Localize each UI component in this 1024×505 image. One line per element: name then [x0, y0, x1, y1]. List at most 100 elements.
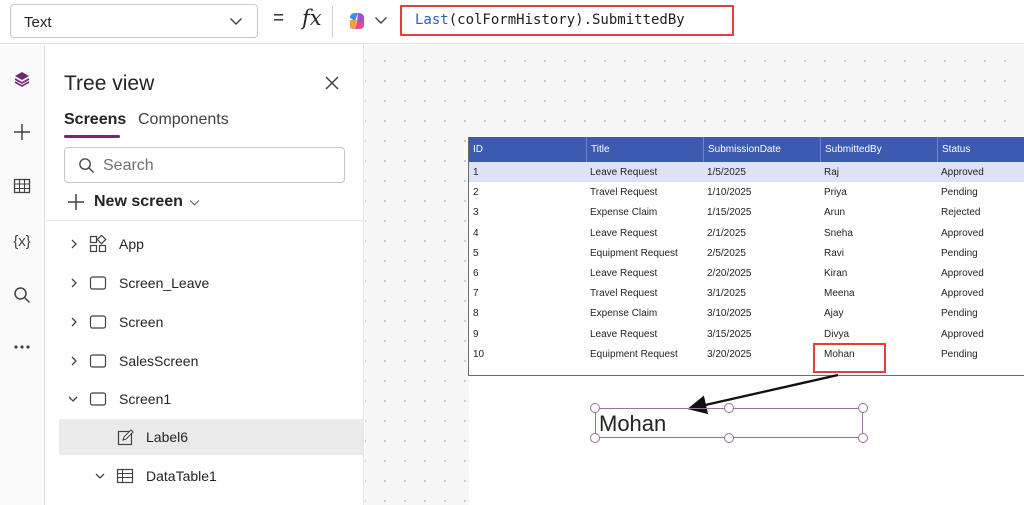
column-header[interactable]: ID	[469, 137, 586, 162]
new-screen-button[interactable]: New screen	[66, 191, 200, 213]
resize-handle[interactable]	[590, 403, 600, 413]
tree-node-app[interactable]: App	[46, 226, 364, 262]
equals-sign: =	[273, 8, 285, 29]
copilot-icon[interactable]	[346, 10, 368, 32]
table-cell: Ravi	[824, 247, 845, 259]
table-cell: 2/20/2025	[707, 268, 752, 279]
formula-divider	[332, 6, 333, 38]
property-dropdown[interactable]: Text	[10, 4, 258, 38]
table-row[interactable]: 2 Travel Request 1/10/2025 Priya Pending	[469, 182, 1024, 202]
table-cell: Travel Request	[590, 187, 658, 199]
resize-handle[interactable]	[858, 403, 868, 413]
table-cell: Approved	[941, 328, 984, 340]
table-cell: 1/10/2025	[707, 187, 752, 199]
layers-icon[interactable]	[8, 65, 36, 93]
more-icon[interactable]	[8, 333, 36, 361]
search-icon[interactable]	[8, 281, 36, 309]
table-cell: 2	[473, 187, 479, 199]
table-row[interactable]: 5 Equipment Request 2/5/2025 Ravi Pending	[469, 243, 1024, 263]
chevron-down-icon[interactable]	[67, 393, 79, 405]
tree-node-label6[interactable]: Label6	[59, 419, 364, 455]
table-row[interactable]: 6 Leave Request 2/20/2025 Kiran Approved	[469, 263, 1024, 283]
plus-icon	[68, 194, 84, 210]
plus-icon[interactable]	[8, 118, 36, 146]
table-cell: Meena	[824, 288, 855, 300]
table-cell: Priya	[824, 187, 847, 199]
data-table[interactable]: ID Title SubmissionDate SubmittedBy Stat…	[468, 137, 1024, 376]
screen-icon	[89, 354, 107, 368]
close-icon[interactable]	[322, 73, 342, 93]
table-cell: 3/20/2025	[707, 348, 752, 360]
table-cell: Equipment Request	[590, 348, 678, 360]
power-apps-studio: Text = fx Last(colFormHistory).Submitted…	[0, 0, 1024, 505]
column-header[interactable]: SubmittedBy	[820, 137, 937, 162]
left-rail: {x}	[0, 45, 45, 505]
tree-node-label: Label6	[146, 429, 189, 445]
tab-screens[interactable]: Screens	[64, 111, 126, 129]
chevron-down-icon	[189, 199, 200, 206]
table-cell: 9	[473, 328, 479, 340]
new-screen-label: New screen	[94, 193, 183, 210]
formula-input[interactable]: Last(colFormHistory).SubmittedBy	[400, 5, 734, 36]
tree-node-datatable1[interactable]: DataTable1	[46, 458, 364, 494]
table-cell: Pending	[941, 247, 978, 259]
tree-node-screen1[interactable]: Screen1	[46, 381, 364, 417]
chevron-down-icon[interactable]	[94, 470, 106, 482]
table-cell: Approved	[941, 268, 984, 279]
table-row[interactable]: 10 Equipment Request 3/20/2025 Mohan Pending	[469, 344, 1024, 364]
tree-view-panel: Tree view Screens Components New screen	[46, 45, 364, 505]
table-row[interactable]: 1 Leave Request 1/5/2025 Raj Approved	[469, 162, 1024, 182]
formula-bar: Text = fx Last(colFormHistory).Submitted…	[0, 0, 1024, 44]
table-row[interactable]: 4 Leave Request 2/1/2025 Sneha Approved	[469, 223, 1024, 243]
label6-text: Mohan	[599, 411, 667, 436]
screen-icon	[89, 392, 107, 406]
tree-node-label: Screen	[119, 314, 164, 330]
table-cell: 2/1/2025	[707, 227, 746, 239]
tree-node-screen[interactable]: Screen	[46, 304, 364, 340]
tree-node-label: SalesScreen	[119, 353, 199, 369]
table-row[interactable]: 7 Travel Request 3/1/2025 Meena Approved	[469, 283, 1024, 303]
table-row[interactable]: 9 Leave Request 3/15/2025 Divya Approved	[469, 324, 1024, 344]
tree-node-label: Screen_Leave	[119, 275, 210, 291]
table-cell: 10	[473, 348, 485, 360]
chevron-right-icon[interactable]	[68, 277, 80, 289]
variables-icon[interactable]: {x}	[8, 227, 36, 255]
resize-handle[interactable]	[724, 403, 734, 413]
table-cell: Approved	[941, 288, 984, 300]
table-cell: 3/15/2025	[707, 328, 752, 340]
copilot-chevron-down-icon[interactable]	[374, 13, 388, 27]
table-cell: Leave Request	[590, 268, 658, 279]
table-cell: Ajay	[824, 308, 844, 320]
table-row[interactable]: 8 Expense Claim 3/10/2025 Ajay Pending	[469, 303, 1024, 323]
table-row[interactable]: 3 Expense Claim 1/15/2025 Arun Rejected	[469, 202, 1024, 222]
chevron-right-icon[interactable]	[68, 238, 80, 250]
table-cell: Expense Claim	[590, 207, 658, 219]
table-cell: Pending	[941, 308, 978, 320]
table-icon[interactable]	[8, 172, 36, 200]
active-tab-indicator	[64, 135, 120, 138]
table-cell: Leave Request	[590, 167, 658, 178]
chevron-down-icon	[230, 18, 242, 25]
table-cell: 1	[473, 167, 479, 178]
table-cell: 3/1/2025	[707, 288, 746, 300]
resize-handle[interactable]	[724, 433, 734, 443]
tree-node-screen-leave[interactable]: Screen_Leave	[46, 265, 364, 301]
resize-handle[interactable]	[858, 433, 868, 443]
table-cell: Equipment Request	[590, 247, 678, 259]
tree-node-label: DataTable1	[146, 468, 217, 484]
column-header[interactable]: Status	[937, 137, 1024, 162]
search-input[interactable]	[103, 155, 333, 177]
tree-search-box[interactable]	[64, 147, 345, 183]
tab-components[interactable]: Components	[138, 111, 229, 129]
fx-icon[interactable]: fx	[302, 6, 322, 30]
column-header[interactable]: Title	[586, 137, 703, 162]
chevron-right-icon[interactable]	[68, 316, 80, 328]
column-header[interactable]: SubmissionDate	[703, 137, 820, 162]
table-cell: Rejected	[941, 207, 981, 219]
chevron-right-icon[interactable]	[68, 355, 80, 367]
table-icon	[116, 468, 134, 484]
resize-handle[interactable]	[590, 433, 600, 443]
table-cell: 6	[473, 268, 479, 279]
edit-label-icon	[117, 429, 134, 446]
tree-node-salesscreen[interactable]: SalesScreen	[46, 343, 364, 379]
